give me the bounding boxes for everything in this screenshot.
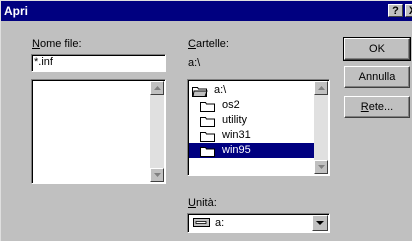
folder-item-root[interactable]: a:\ (190, 83, 310, 98)
scroll-down-button[interactable] (150, 168, 164, 182)
drive-select[interactable]: a: (187, 213, 330, 233)
arrow-down-icon (318, 165, 325, 169)
drive-dropdown-button[interactable] (312, 215, 328, 231)
folder-list[interactable]: a:\ os2 utility win31 win95 (187, 79, 330, 176)
folder-icon (200, 102, 215, 112)
file-list-scrollbar[interactable] (150, 81, 164, 182)
scroll-down-button[interactable] (314, 160, 328, 174)
title-bar[interactable]: Apri ? X (1, 1, 412, 21)
drive-label: Unità: (188, 197, 217, 209)
ok-button[interactable]: OK (343, 37, 411, 61)
drive-value: a: (215, 217, 225, 229)
cancel-button[interactable]: Annulla (344, 66, 410, 88)
network-button[interactable]: Rete... (344, 96, 410, 118)
close-button[interactable]: X (405, 4, 412, 17)
folders-label: Cartelle: (188, 38, 229, 50)
arrow-down-icon (154, 173, 161, 177)
folder-icon (200, 132, 215, 142)
filename-label: Nome file: (32, 38, 82, 50)
current-path: a:\ (188, 57, 201, 69)
chevron-down-icon (316, 221, 324, 225)
scroll-up-button[interactable] (314, 81, 328, 95)
folder-item-utility[interactable]: utility (198, 113, 310, 128)
arrow-up-icon (318, 86, 325, 90)
folder-item-os2[interactable]: os2 (198, 98, 310, 113)
open-folder-icon (192, 87, 208, 97)
open-dialog: Apri ? X Nome file: *.inf Cartelle: a:\ … (0, 0, 412, 241)
folder-icon (200, 147, 215, 157)
help-button[interactable]: ? (388, 4, 403, 17)
filename-input[interactable]: *.inf (31, 54, 166, 72)
folder-icon (200, 117, 215, 127)
filename-value: *.inf (34, 56, 53, 68)
folder-item-win95[interactable]: win95 (189, 143, 315, 158)
scroll-up-button[interactable] (150, 81, 164, 95)
folder-list-scrollbar[interactable] (314, 81, 328, 174)
window-title: Apri (4, 4, 28, 18)
floppy-drive-icon (193, 218, 210, 227)
folder-item-win31[interactable]: win31 (198, 128, 310, 143)
arrow-up-icon (154, 86, 161, 90)
file-list[interactable] (31, 79, 166, 184)
